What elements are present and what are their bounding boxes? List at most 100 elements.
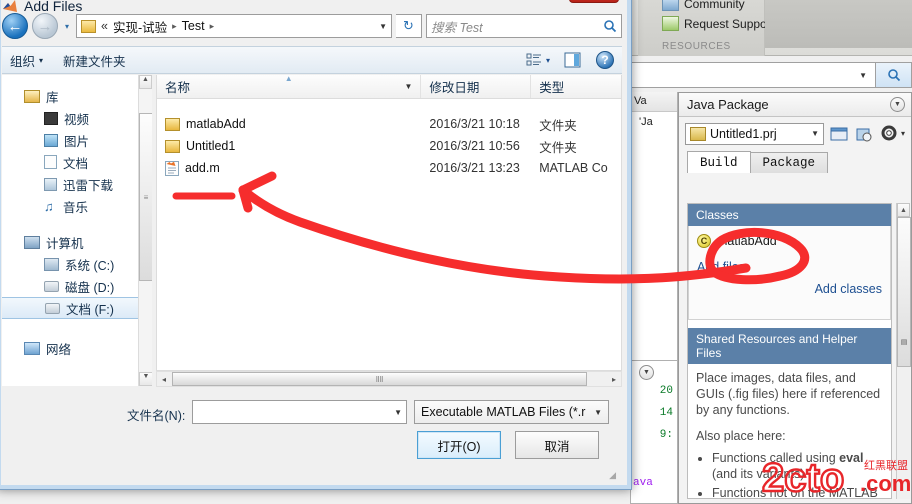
- sidebar-item-videos[interactable]: 视频: [2, 107, 152, 129]
- help-icon[interactable]: ?: [596, 51, 614, 69]
- file-name-cell: Untitled1: [157, 139, 421, 153]
- ribbon-resources-panel: Community Request Support RESOURCES: [638, 0, 774, 56]
- ribbon-item-community[interactable]: Community: [662, 0, 745, 11]
- java-package-scrollbar[interactable]: ▲ ▤: [896, 203, 911, 499]
- search-placeholder: 搜索 Test: [431, 20, 483, 35]
- build-package-icon[interactable]: [855, 124, 874, 143]
- chevron-down-circle-icon[interactable]: ▼: [639, 365, 654, 380]
- helper-bullet: Functions not on the MATLAB path: [712, 485, 883, 499]
- table-row[interactable]: matlabAdd 2016/3/21 10:18 文件夹: [157, 113, 621, 135]
- file-list-horizontal-scrollbar[interactable]: ◂ ⅡⅡ ▸: [156, 371, 622, 387]
- refresh-icon[interactable]: ↻: [396, 14, 422, 38]
- sidebar-item-computer[interactable]: 计算机: [2, 231, 152, 253]
- scroll-right-arrow[interactable]: ▸: [607, 375, 621, 384]
- chevron-right-icon[interactable]: ▸: [210, 21, 215, 32]
- sidebar-item-label: 计算机: [46, 236, 84, 251]
- scroll-up-arrow[interactable]: ▲: [897, 203, 910, 217]
- dialog-navigation-bar: ← → ▾ « 实现-试验 ▸ Test ▸ ▼ ↻ 搜索 Test: [2, 11, 622, 41]
- table-row[interactable]: Untitled1 2016/3/21 10:56 文件夹: [157, 135, 621, 157]
- filetype-combo[interactable]: Executable MATLAB Files (*.r ▼: [414, 400, 609, 424]
- add-files-link[interactable]: Add files: [697, 260, 745, 296]
- chevron-down-icon[interactable]: ▼: [594, 408, 602, 417]
- command-window-line: 20: [659, 385, 673, 397]
- breadcrumb[interactable]: « 实现-试验 ▸ Test ▸ ▼: [76, 14, 392, 38]
- sidebar-item-thunder-download[interactable]: 迅雷下载: [2, 173, 152, 195]
- ribbon-item-request-support[interactable]: Request Support: [662, 16, 774, 31]
- chevron-down-icon[interactable]: ▼: [859, 71, 867, 80]
- history-dropdown-icon[interactable]: ▾: [62, 22, 72, 31]
- chevron-down-icon[interactable]: ▼: [394, 408, 402, 417]
- filename-label: 文件名(N):: [127, 409, 186, 423]
- tab-build[interactable]: Build: [687, 151, 751, 173]
- view-mode-button[interactable]: ▾: [526, 53, 550, 68]
- column-header-name[interactable]: ▲ 名称 ▼: [157, 74, 422, 98]
- sidebar-item-label: 磁盘 (D:): [65, 280, 115, 295]
- file-modified: 2016/3/21 10:56: [429, 139, 520, 153]
- table-row[interactable]: add.m 2016/3/21 13:23 MATLAB Co: [157, 157, 621, 179]
- chevron-down-icon[interactable]: ▼: [811, 129, 819, 138]
- matlab-file-icon: [165, 160, 179, 176]
- ribbon-item-label: Request Support: [684, 16, 775, 31]
- sidebar-item-pictures[interactable]: 图片: [2, 129, 152, 151]
- resize-grip-icon[interactable]: ◢: [609, 470, 616, 481]
- breadcrumb-item[interactable]: Test: [182, 19, 205, 33]
- command-bar-right: ▾ ?: [526, 51, 614, 69]
- new-folder-button[interactable]: 新建文件夹: [63, 51, 126, 70]
- back-arrow-icon[interactable]: ←: [2, 13, 28, 39]
- scrollbar-thumb[interactable]: ⅡⅡ: [172, 372, 587, 386]
- organize-button[interactable]: 组织 ▾: [10, 51, 43, 70]
- chevron-down-icon[interactable]: ▾: [901, 129, 905, 138]
- scroll-left-arrow[interactable]: ◂: [157, 375, 171, 384]
- close-button[interactable]: ✕: [569, 0, 619, 3]
- list-item[interactable]: C matlabAdd: [697, 234, 882, 248]
- helper-paragraph: Also place here:: [696, 429, 786, 443]
- sidebar-item-system-c[interactable]: 系统 (C:): [2, 253, 152, 275]
- column-header-modified[interactable]: 修改日期: [421, 75, 532, 98]
- sidebar-item-documents-f[interactable]: 文档 (F:): [2, 297, 146, 319]
- community-icon: [662, 0, 679, 11]
- filename-input[interactable]: ▼: [192, 400, 407, 424]
- chevron-down-icon[interactable]: ▼: [405, 82, 413, 91]
- project-combo[interactable]: Untitled1.prj ▼: [685, 122, 824, 145]
- chevron-down-icon[interactable]: ▼: [379, 22, 387, 31]
- search-icon[interactable]: [875, 63, 911, 87]
- helper-bullet: Functions called using eval (and its var…: [712, 450, 883, 482]
- java-package-panel: Java Package ▼ Untitled1.prj ▼ ▾ Build P…: [678, 92, 912, 504]
- chevron-down-circle-icon[interactable]: ▼: [890, 97, 905, 112]
- file-modified: 2016/3/21 13:23: [429, 161, 520, 175]
- search-icon: [604, 20, 617, 33]
- class-badge-icon: C: [697, 234, 711, 248]
- ribbon-empty-area: [765, 0, 912, 48]
- class-name: matlabAdd: [717, 234, 777, 248]
- open-button[interactable]: 打开(O): [417, 431, 501, 459]
- file-type: MATLAB Co: [539, 161, 608, 175]
- scroll-up-arrow[interactable]: ▲: [139, 75, 152, 89]
- section-header-shared-resources: Shared Resources and Helper Files: [688, 328, 891, 364]
- bullet-post: (and its variants): [712, 467, 805, 481]
- ribbon-item-label: Community: [684, 0, 745, 11]
- breadcrumb-item[interactable]: 实现-试验: [113, 17, 167, 36]
- bullet-pre: Functions not on the: [712, 486, 829, 499]
- scroll-down-arrow[interactable]: ▼: [139, 372, 153, 386]
- chevron-right-icon[interactable]: ▸: [172, 21, 177, 32]
- search-input[interactable]: 搜索 Test: [426, 14, 622, 38]
- breadcrumb-overflow[interactable]: «: [101, 19, 108, 33]
- column-header-type[interactable]: 类型: [531, 75, 621, 98]
- scrollbar-thumb[interactable]: ≡: [139, 113, 153, 281]
- navpane-scrollbar[interactable]: ▲ ≡ ▼: [138, 75, 153, 386]
- sidebar-item-library[interactable]: 库: [2, 85, 152, 107]
- file-list: ▲ 名称 ▼ 修改日期 类型 matlabAdd 2016/3/21 10:18: [156, 74, 622, 371]
- matlab-address-bar[interactable]: ▼: [630, 62, 912, 88]
- forward-arrow-icon[interactable]: →: [32, 13, 58, 39]
- add-package-icon[interactable]: [830, 124, 849, 143]
- sidebar-item-network[interactable]: 网络: [2, 337, 152, 359]
- sidebar-item-documents[interactable]: 文档: [2, 151, 152, 173]
- add-files-dialog: Add Files ✕ ← → ▾ « 实现-试验 ▸ Test ▸ ▼ ↻ 搜…: [0, 0, 632, 490]
- preview-pane-button[interactable]: [564, 52, 582, 68]
- sidebar-item-music[interactable]: ♫ 音乐: [2, 195, 152, 217]
- tab-package[interactable]: Package: [749, 152, 829, 173]
- add-classes-link[interactable]: Add classes: [815, 282, 882, 296]
- sidebar-item-disk-d[interactable]: 磁盘 (D:): [2, 275, 152, 297]
- settings-gear-icon[interactable]: [880, 124, 899, 143]
- cancel-button[interactable]: 取消: [515, 431, 599, 459]
